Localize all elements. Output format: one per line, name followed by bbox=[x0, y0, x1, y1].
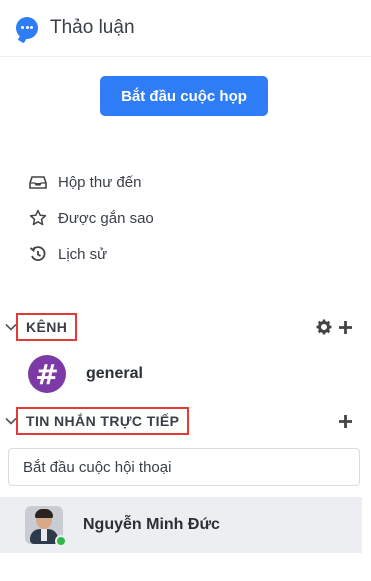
channel-name: general bbox=[86, 365, 143, 382]
dm-section-header: TIN NHẮN TRỰC TIẾP bbox=[0, 405, 371, 437]
channels-section-title[interactable]: KÊNH bbox=[16, 313, 78, 341]
dm-item[interactable]: Nguyễn Minh Đức bbox=[0, 497, 362, 553]
dm-contact-name: Nguyễn Minh Đức bbox=[83, 516, 220, 533]
nav-list: Hộp thư đến Được gắn sao Lịch sử bbox=[28, 164, 154, 272]
dm-section-title[interactable]: TIN NHẮN TRỰC TIẾP bbox=[16, 407, 190, 435]
nav-item-label: Được gắn sao bbox=[58, 209, 154, 227]
channel-hash-icon: # bbox=[28, 355, 66, 393]
channel-item-general[interactable]: # general bbox=[28, 354, 143, 394]
add-channel-icon[interactable] bbox=[338, 320, 353, 335]
chat-bubble-icon bbox=[16, 17, 38, 39]
nav-item-starred[interactable]: Được gắn sao bbox=[28, 200, 154, 236]
discussion-header: Thảo luận bbox=[0, 0, 371, 56]
add-dm-icon[interactable] bbox=[338, 414, 353, 429]
online-status-dot bbox=[55, 535, 67, 547]
avatar bbox=[25, 506, 67, 547]
inbox-icon bbox=[28, 172, 48, 192]
start-meeting-button[interactable]: Bắt đầu cuộc họp bbox=[100, 76, 268, 116]
star-icon bbox=[28, 208, 48, 228]
history-icon bbox=[28, 244, 48, 264]
nav-item-history[interactable]: Lịch sử bbox=[28, 236, 154, 272]
nav-item-label: Lịch sử bbox=[58, 245, 108, 263]
header-divider bbox=[0, 56, 371, 57]
start-conversation-input[interactable] bbox=[8, 448, 360, 486]
dm-actions bbox=[338, 414, 353, 429]
gear-icon[interactable] bbox=[316, 319, 332, 335]
channels-section-header: KÊNH bbox=[0, 311, 371, 343]
header-title: Thảo luận bbox=[50, 17, 135, 38]
nav-item-label: Hộp thư đến bbox=[58, 173, 142, 191]
channels-actions bbox=[316, 319, 353, 335]
nav-item-inbox[interactable]: Hộp thư đến bbox=[28, 164, 154, 200]
